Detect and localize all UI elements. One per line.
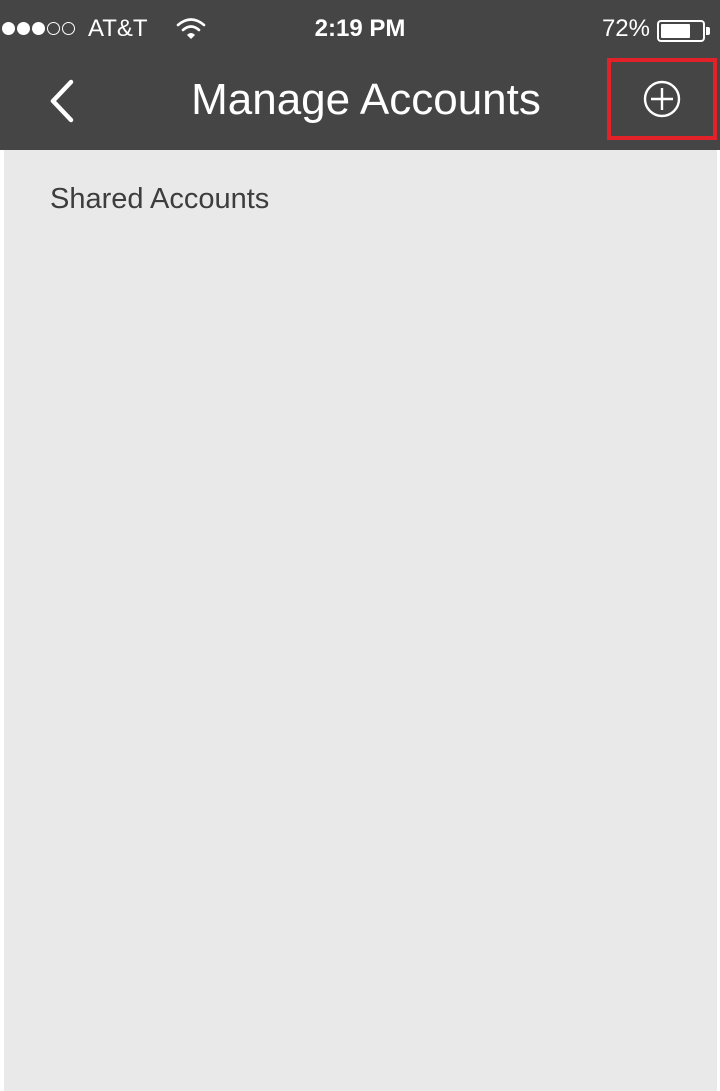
battery-percentage: 72%	[601, 15, 650, 42]
status-bar: AT&T 2:19 PM 72%	[0, 0, 720, 58]
plus-circle-icon	[643, 80, 681, 118]
battery-level-fill	[661, 24, 690, 38]
add-account-button[interactable]	[607, 58, 717, 140]
manage-accounts-screen: AT&T 2:19 PM 72% Manage Accounts Shared …	[0, 0, 720, 1091]
battery-icon	[657, 20, 711, 42]
accounts-list-area: Shared Accounts	[4, 150, 717, 1091]
battery-cap	[706, 27, 710, 35]
header: AT&T 2:19 PM 72% Manage Accounts	[0, 0, 720, 150]
shared-accounts-heading: Shared Accounts	[50, 183, 270, 215]
battery-body	[657, 20, 705, 42]
navigation-bar: Manage Accounts	[0, 58, 720, 150]
